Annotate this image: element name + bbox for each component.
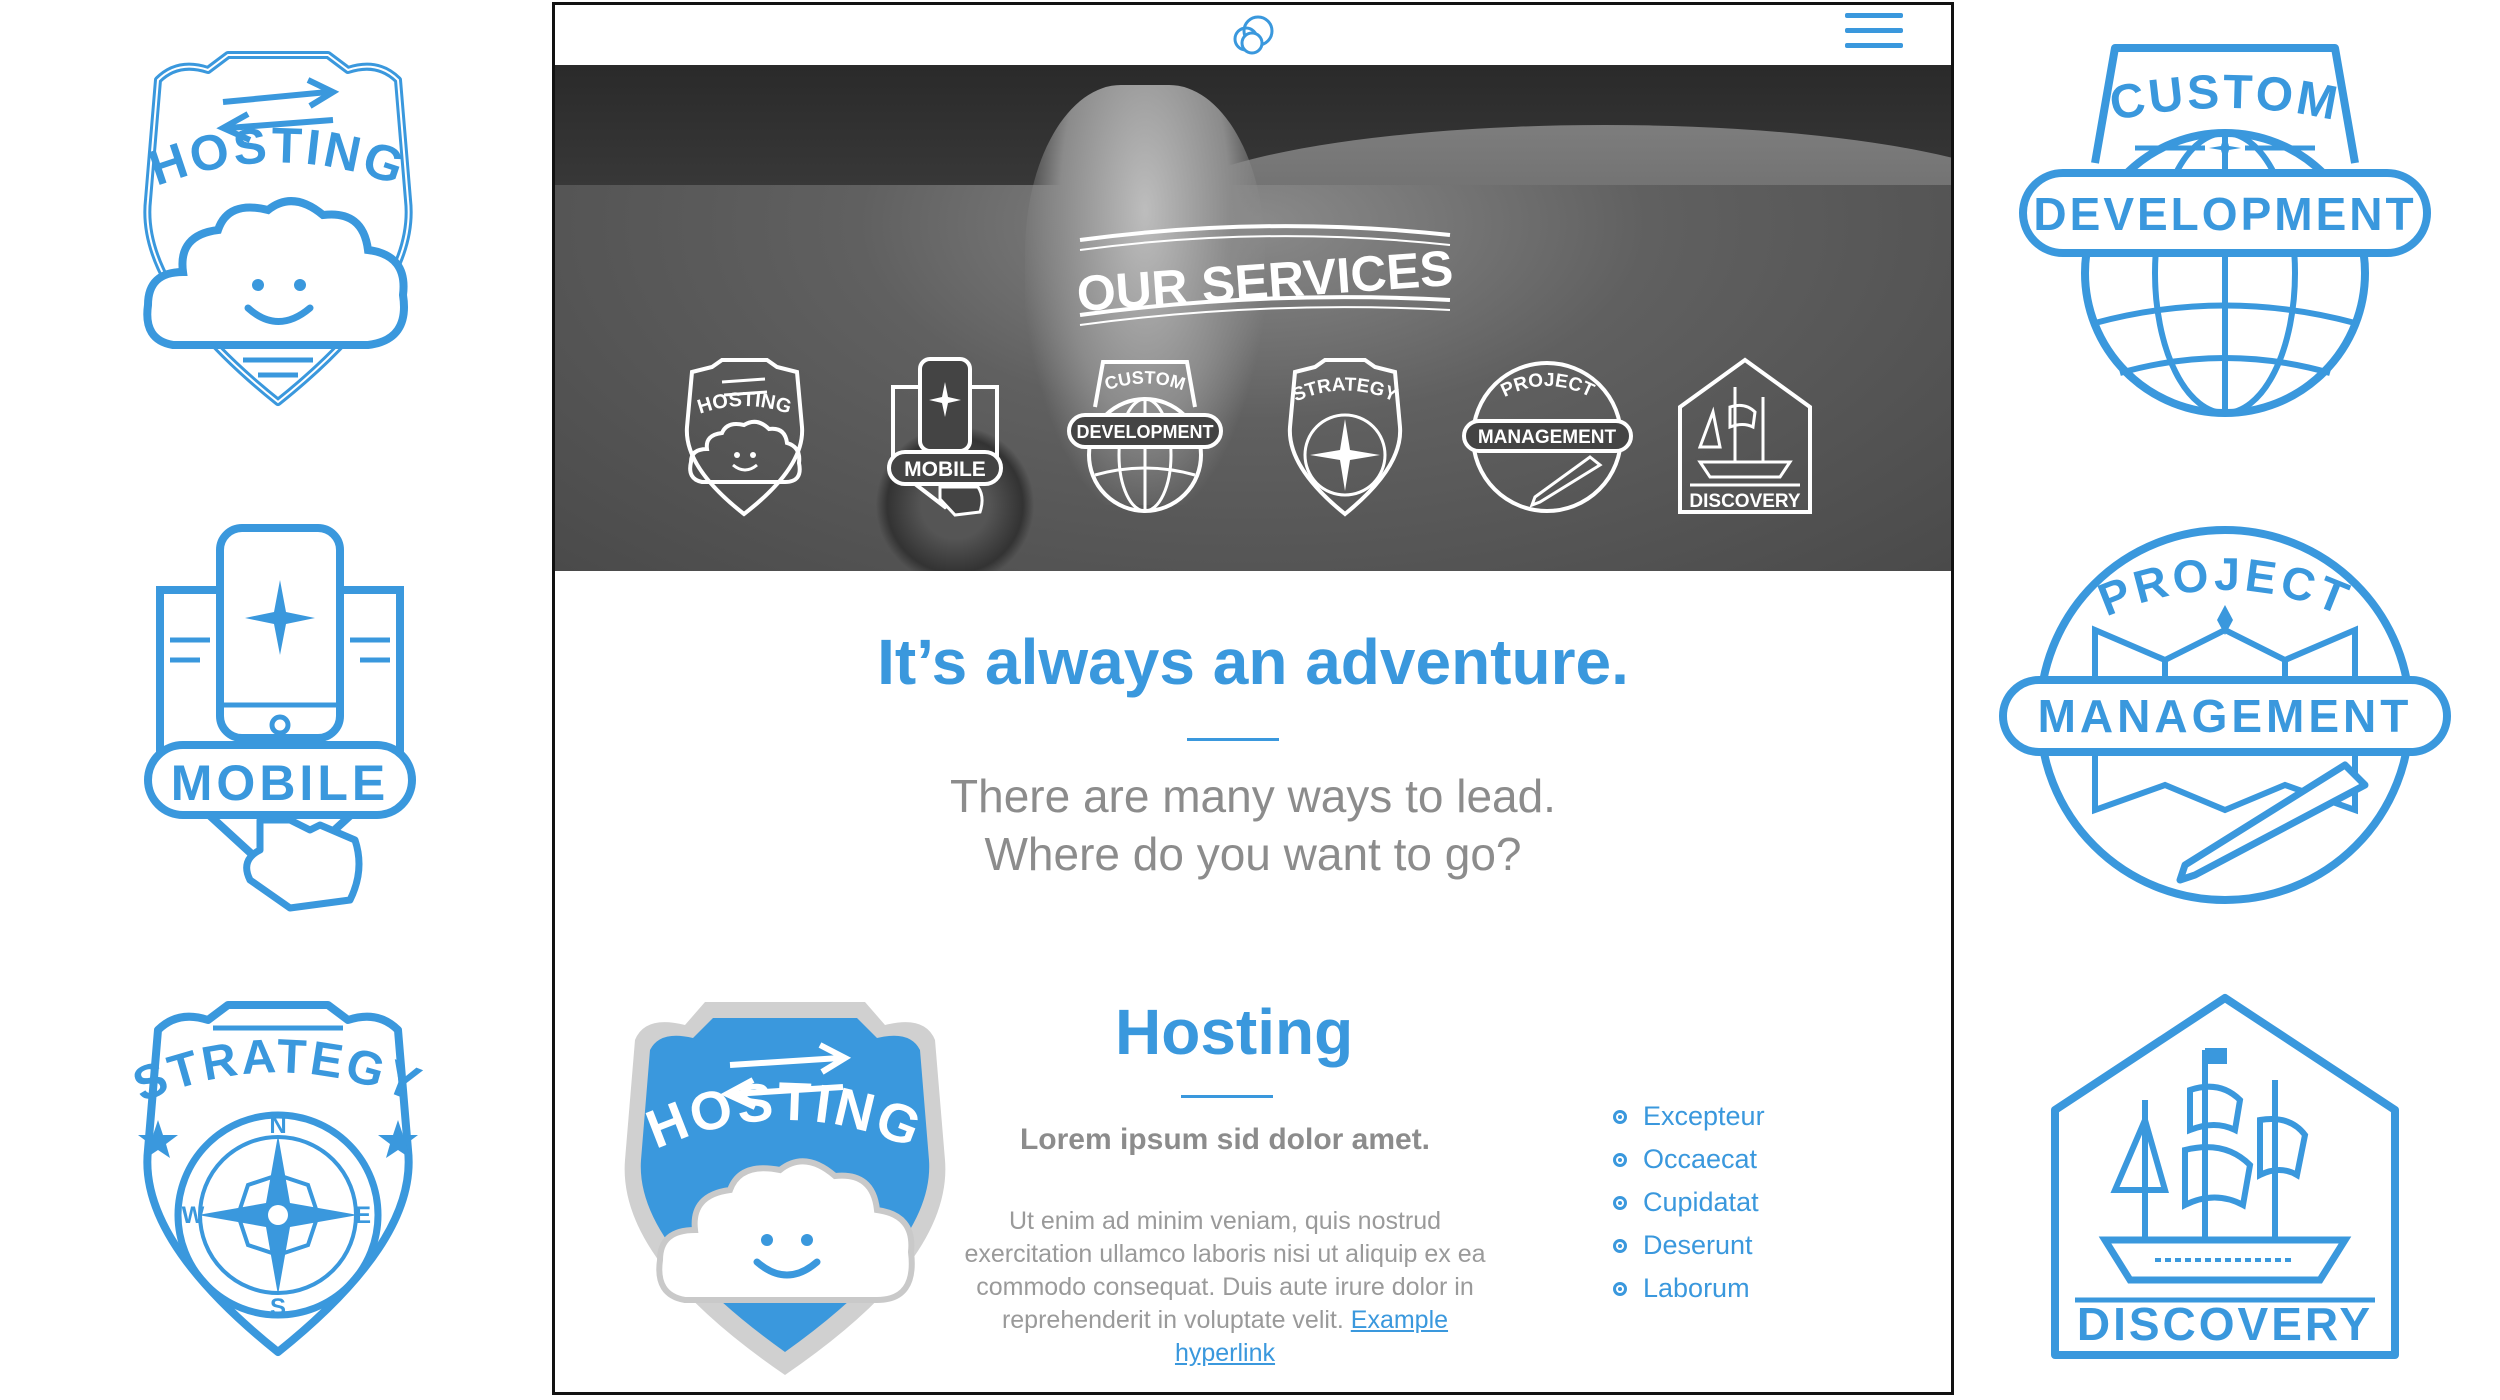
svg-text:PROJECT: PROJECT	[1498, 370, 1598, 402]
hero-strategy-icon[interactable]: STRATEGY	[1280, 357, 1410, 517]
cloud-logo-icon[interactable]	[1228, 13, 1278, 57]
svg-text:DISCOVERY: DISCOVERY	[1689, 491, 1801, 512]
svg-text:DEVELOPMENT: DEVELOPMENT	[1076, 422, 1213, 442]
list-item: Occaecat	[1613, 1138, 1765, 1181]
svg-text:MOBILE: MOBILE	[904, 458, 986, 481]
svg-text:CUSTOM: CUSTOM	[2106, 66, 2345, 131]
svg-text:DEVELOPMENT: DEVELOPMENT	[2033, 188, 2416, 240]
intro-lead: There are many ways to lead. Where do yo…	[950, 770, 1556, 880]
hosting-badge-large: HOSTING	[118, 40, 438, 410]
bullet-icon	[1613, 1281, 1627, 1296]
hero-banner: OUR SERVICES HOSTING MOBILE CUSTOM DEVEL…	[555, 65, 1951, 571]
hosting-subhead: Lorem ipsum sid dolor amet.	[1019, 1123, 1431, 1156]
svg-text:MANAGEMENT: MANAGEMENT	[1478, 427, 1617, 448]
bullet-icon	[1613, 1109, 1627, 1124]
bullet-icon	[1613, 1238, 1627, 1253]
project-management-badge-large: PROJECT MANAGEMENT	[1995, 520, 2455, 910]
svg-text:MOBILE: MOBILE	[171, 755, 389, 811]
bullet-icon	[1613, 1152, 1627, 1167]
hero-development-icon[interactable]: CUSTOM DEVELOPMENT	[1065, 357, 1225, 517]
website-mockup: OUR SERVICES HOSTING MOBILE CUSTOM DEVEL…	[552, 2, 1954, 1395]
svg-text:S: S	[270, 1294, 286, 1321]
svg-text:STRATEGY: STRATEGY	[1290, 374, 1401, 406]
mobile-badge-icon: MOBILE	[144, 524, 416, 912]
svg-text:MANAGEMENT: MANAGEMENT	[2038, 690, 2413, 742]
svg-text:HOSTING: HOSTING	[695, 389, 794, 419]
hosting-divider	[1181, 1095, 1273, 1098]
svg-text:HOSTING: HOSTING	[142, 117, 413, 196]
discovery-badge-icon: DISCOVERY	[2051, 994, 2399, 1359]
custom-development-badge-large: CUSTOM DEVELOPMENT	[2015, 38, 2435, 418]
hero-title: OUR SERVICES	[1075, 240, 1455, 322]
list-item: Deserunt	[1613, 1224, 1765, 1267]
hero-hosting-icon[interactable]: HOSTING	[677, 357, 812, 517]
svg-text:E: E	[355, 1202, 371, 1229]
management-badge-icon: PROJECT MANAGEMENT	[1999, 526, 2451, 904]
hamburger-menu-icon[interactable]	[1845, 13, 1903, 55]
svg-text:N: N	[269, 1112, 286, 1139]
site-header	[555, 5, 1951, 65]
hero-mobile-icon[interactable]: MOBILE	[885, 357, 1005, 517]
services-ribbon: OUR SERVICES	[1075, 224, 1455, 326]
svg-text:DISCOVERY: DISCOVERY	[2077, 1298, 2373, 1350]
hosting-feature-list: Excepteur Occaecat Cupidatat Deserunt La…	[1613, 1095, 1765, 1310]
list-item: Cupidatat	[1613, 1181, 1765, 1224]
mobile-badge-large: MOBILE	[140, 520, 420, 912]
list-item: Excepteur	[1613, 1095, 1765, 1138]
hero-management-icon[interactable]: PROJECT MANAGEMENT	[1460, 357, 1635, 517]
hosting-badge-icon: HOSTING	[142, 51, 413, 406]
hosting-title: Hosting	[1115, 996, 1354, 1068]
development-badge-icon: CUSTOM DEVELOPMENT	[2019, 44, 2431, 417]
adventure-heading: It’s always an adventure.	[877, 626, 1629, 698]
discovery-badge-large: DISCOVERY	[2045, 990, 2405, 1365]
hosting-badge-icon: HOSTING	[624, 1002, 946, 1375]
bullet-icon	[1613, 1195, 1627, 1210]
hosting-badge-featured: HOSTING	[615, 990, 955, 1380]
svg-text:W: W	[182, 1202, 205, 1229]
strategy-badge-large: STRATEGY N S E W	[118, 990, 438, 1360]
svg-text:CUSTOM: CUSTOM	[1102, 367, 1187, 394]
heading-divider	[1187, 738, 1279, 741]
list-item: Laborum	[1613, 1267, 1765, 1310]
strategy-badge-icon: STRATEGY N S E W	[126, 1001, 430, 1356]
hosting-body: Ut enim ad minim veniam, quis nostrud ex…	[964, 1207, 1486, 1367]
hero-discovery-icon[interactable]: DISCOVERY	[1675, 357, 1815, 517]
svg-text:STRATEGY: STRATEGY	[126, 1030, 430, 1113]
